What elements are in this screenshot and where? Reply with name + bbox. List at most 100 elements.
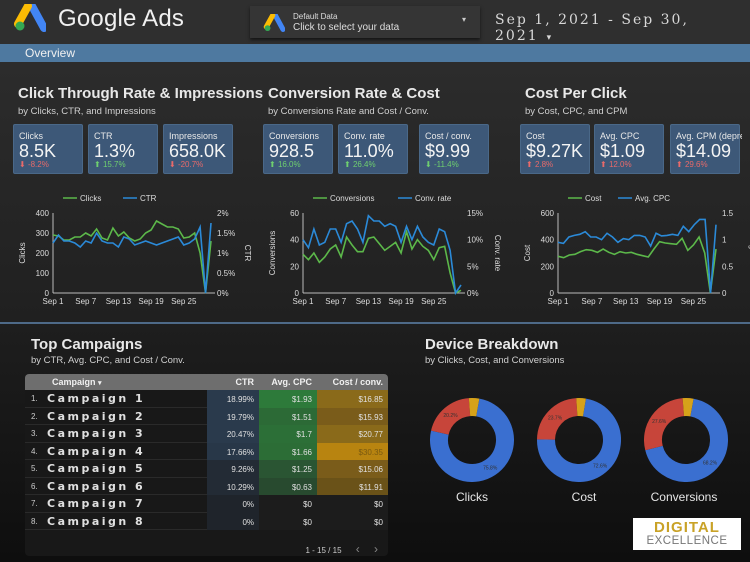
column-header-ctr[interactable]: CTR bbox=[236, 377, 255, 387]
campaign-name: Campaign 5 bbox=[47, 462, 146, 475]
campaigns-table: Campaign ▾ CTR Avg. CPC Cost / conv. 1. … bbox=[25, 374, 388, 556]
ctr-cell: 0% bbox=[207, 512, 259, 530]
table-row[interactable]: 1. Campaign 1 18.99% $1.93 $16.85 bbox=[25, 390, 388, 408]
kpi-label: Avg. CPC bbox=[600, 131, 640, 141]
kpi-change-value: 12.0% bbox=[608, 160, 632, 169]
logo-line-2: EXCELLENCE bbox=[646, 535, 728, 547]
table-row[interactable]: 4. Campaign 4 17.66% $1.66 $30.35 bbox=[25, 442, 388, 460]
donut-slice-yellow bbox=[468, 398, 480, 417]
digital-excellence-logo: DIGITAL EXCELLENCE bbox=[633, 518, 741, 550]
ctr-cell: 18.99% bbox=[207, 390, 259, 408]
kpi-change: ⬇ -8.2% bbox=[19, 160, 49, 169]
table-row[interactable]: 7. Campaign 7 0% $0 $0 bbox=[25, 495, 388, 513]
series-line-conversions bbox=[302, 228, 462, 295]
legend-label: Conversions bbox=[330, 194, 374, 203]
donut-label-conversions: Conversions bbox=[650, 490, 718, 504]
kpi-card-avg-cpc: Avg. CPC $1.09 ⬆ 12.0% bbox=[594, 124, 664, 174]
y-tick-label: 600 bbox=[541, 209, 555, 218]
column-header-cost-per-conv[interactable]: Cost / conv. bbox=[333, 377, 383, 387]
y-axis-label: Clicks bbox=[18, 242, 27, 263]
kpi-value: $9.27K bbox=[526, 141, 584, 161]
x-tick-label: Sep 19 bbox=[388, 297, 414, 306]
kpi-change: ⬆ 29.6% bbox=[676, 160, 708, 169]
kpi-card-impressions: Impressions 658.0K ⬇ -20.7% bbox=[163, 124, 233, 174]
avg-cpc-cell: $0 bbox=[259, 512, 317, 530]
cost-per-conv-cell: $20.77 bbox=[317, 425, 388, 443]
clicks-donut-chart: 75.8% 20.2% bbox=[430, 398, 514, 482]
arrow-down-icon: ⬇ bbox=[19, 160, 26, 169]
y2-tick-label: 1% bbox=[217, 249, 229, 258]
legend-label: Cost bbox=[585, 194, 602, 203]
section-subtitle: by Clicks, CTR, and Impressions bbox=[18, 106, 156, 117]
kpi-change-value: 26.4% bbox=[352, 160, 376, 169]
y2-axis-label: Conv. rate bbox=[493, 235, 502, 272]
series-line-ctr bbox=[52, 222, 212, 294]
donut-slice-yellow bbox=[682, 398, 694, 417]
y-tick-label: 400 bbox=[541, 236, 555, 245]
campaigns-title: Top Campaigns bbox=[31, 336, 143, 353]
tab-overview[interactable]: Overview bbox=[25, 46, 75, 60]
row-index: 6. bbox=[31, 481, 38, 491]
row-index: 2. bbox=[31, 411, 38, 421]
row-index: 8. bbox=[31, 516, 38, 526]
arrow-up-icon: ⬆ bbox=[269, 160, 276, 169]
cost-per-conv-cell: $30.35 bbox=[317, 442, 388, 460]
arrow-up-icon: ⬆ bbox=[676, 160, 683, 169]
y2-tick-label: 1 bbox=[722, 236, 727, 245]
kpi-value: $9.99 bbox=[425, 141, 471, 161]
kpi-label: Clicks bbox=[19, 131, 43, 141]
chevron-down-icon: ▾ bbox=[461, 15, 466, 24]
y2-tick-label: 1.5% bbox=[217, 229, 235, 238]
x-tick-label: Sep 1 bbox=[548, 297, 569, 306]
kpi-change: ⬇ -11.4% bbox=[425, 160, 459, 169]
ctr-cell: 20.47% bbox=[207, 425, 259, 443]
next-page-button[interactable]: › bbox=[374, 542, 378, 556]
row-index: 4. bbox=[31, 446, 38, 456]
table-row[interactable]: 6. Campaign 6 10.29% $0.63 $11.91 bbox=[25, 477, 388, 495]
campaign-name: Campaign 3 bbox=[47, 427, 146, 440]
prev-page-button[interactable]: ‹ bbox=[356, 542, 360, 556]
cost-per-conv-cell: $16.85 bbox=[317, 390, 388, 408]
table-row[interactable]: 5. Campaign 5 9.26% $1.25 $15.06 bbox=[25, 460, 388, 478]
table-row[interactable]: 2. Campaign 2 19.79% $1.51 $15.93 bbox=[25, 407, 388, 425]
y-tick-label: 60 bbox=[290, 209, 299, 218]
clicks-ctr-chart-svg: Clicks CTR01002003004000%0.5%1%1.5%2%Sep … bbox=[18, 194, 252, 306]
table-row[interactable]: 3. Campaign 3 20.47% $1.7 $20.77 bbox=[25, 425, 388, 443]
sort-icon: ▾ bbox=[98, 380, 102, 387]
kpi-change-value: -8.2% bbox=[27, 160, 49, 169]
kpi-card-conversions: Conversions 928.5 ⬆ 16.0% bbox=[263, 124, 333, 174]
data-source-action: Click to select your data bbox=[293, 22, 400, 33]
column-header-avg-cpc[interactable]: Avg. CPC bbox=[271, 377, 312, 387]
data-source-selector[interactable]: Default Data Click to select your data ▾ bbox=[250, 6, 480, 38]
data-source-label: Default Data bbox=[293, 12, 338, 21]
ctr-cell: 17.66% bbox=[207, 442, 259, 460]
section-subtitle: by Cost, CPC, and CPM bbox=[525, 106, 628, 117]
kpi-card-cost-conv: Cost / conv. $9.99 ⬇ -11.4% bbox=[419, 124, 489, 174]
ctr-cell: 10.29% bbox=[207, 477, 259, 495]
cost-per-conv-cell: $0 bbox=[317, 512, 388, 530]
arrow-up-icon: ⬆ bbox=[344, 160, 351, 169]
y2-tick-label: 2% bbox=[217, 209, 229, 218]
kpi-change: ⬆ 15.7% bbox=[94, 160, 126, 169]
legend-label: Avg. CPC bbox=[635, 194, 670, 203]
x-tick-label: Sep 13 bbox=[106, 297, 132, 306]
page-nav: Overview bbox=[0, 44, 750, 62]
legend-label: Clicks bbox=[80, 194, 101, 203]
kpi-label: Impressions bbox=[169, 131, 218, 141]
kpi-change-value: -20.7% bbox=[177, 160, 204, 169]
conversions-donut-chart: 68.2% 27.6% bbox=[644, 398, 728, 482]
y2-tick-label: 0.5 bbox=[722, 262, 734, 271]
kpi-value: $1.09 bbox=[600, 141, 646, 161]
section-title: Cost Per Click bbox=[525, 85, 627, 102]
kpi-change-value: 15.7% bbox=[102, 160, 126, 169]
avg-cpc-cell: $0 bbox=[259, 495, 317, 513]
donut-slice-label: 68.2% bbox=[703, 461, 718, 467]
arrow-up-icon: ⬆ bbox=[600, 160, 607, 169]
table-row[interactable]: 8. Campaign 8 0% $0 $0 bbox=[25, 512, 388, 530]
donut-label-cost: Cost bbox=[571, 490, 597, 504]
date-range-picker[interactable]: Sep 1, 2021 - Sep 30, 2021 ▾ bbox=[495, 12, 750, 44]
x-tick-label: Sep 7 bbox=[325, 297, 346, 306]
row-index: 5. bbox=[31, 464, 38, 473]
column-header-campaign[interactable]: Campaign ▾ bbox=[52, 377, 102, 387]
kpi-value: 1.3% bbox=[94, 141, 136, 161]
